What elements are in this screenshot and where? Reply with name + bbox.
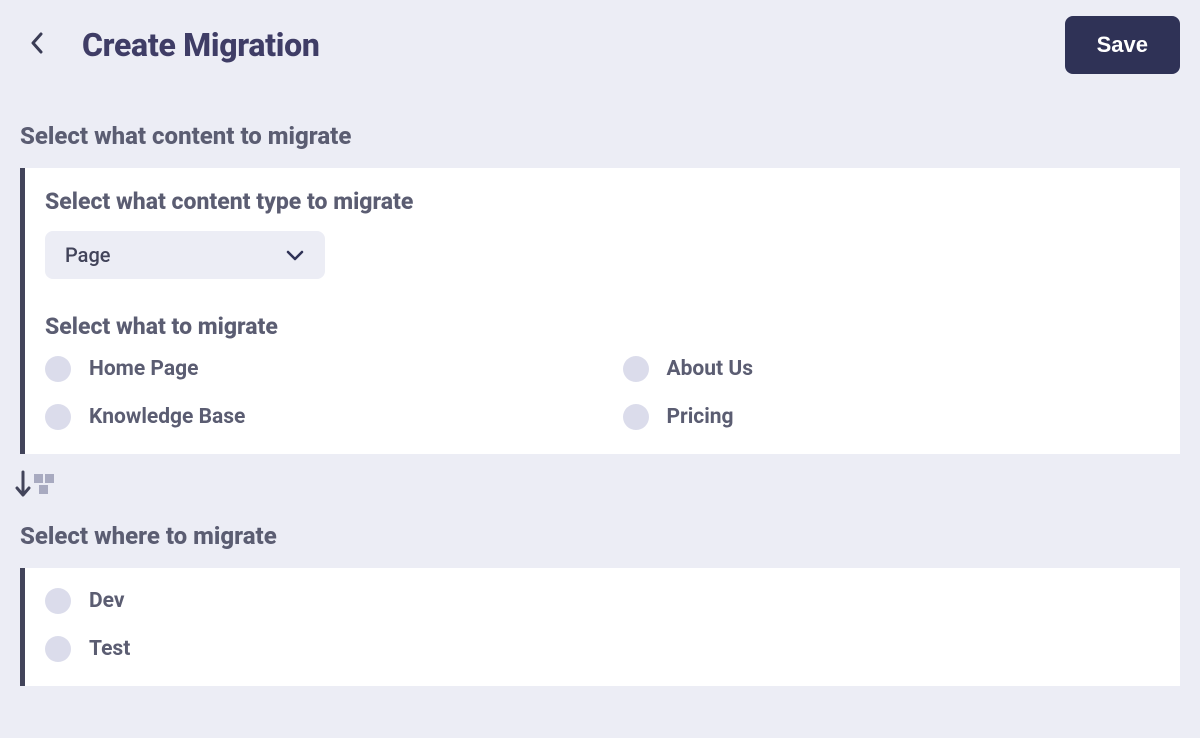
- content-type-heading: Select what content type to migrate: [45, 188, 1160, 215]
- sort-squares-icon: [34, 472, 54, 500]
- save-button[interactable]: Save: [1065, 16, 1180, 74]
- radio-icon: [45, 356, 71, 382]
- option-label: Dev: [89, 589, 125, 613]
- page-header: Create Migration Save: [0, 0, 1200, 74]
- page-root: Create Migration Save Select what conten…: [0, 0, 1200, 686]
- option-label: About Us: [667, 357, 754, 381]
- section-content-title: Select what content to migrate: [0, 74, 1200, 168]
- option-about-us[interactable]: About Us: [623, 356, 1161, 382]
- destination-panel: Dev Test: [20, 568, 1180, 686]
- back-button[interactable]: [20, 28, 54, 62]
- destination-dev[interactable]: Dev: [45, 588, 1160, 614]
- header-left: Create Migration: [20, 26, 320, 64]
- radio-icon: [623, 404, 649, 430]
- radio-icon: [45, 636, 71, 662]
- radio-icon: [623, 356, 649, 382]
- content-type-select[interactable]: Page: [45, 231, 325, 279]
- content-type-selected-value: Page: [65, 243, 111, 267]
- what-to-migrate-options: Home Page About Us Knowledge Base Pricin…: [45, 356, 1160, 430]
- option-label: Knowledge Base: [89, 405, 245, 429]
- what-to-migrate-heading: Select what to migrate: [45, 313, 1160, 340]
- chevron-down-icon: [285, 249, 305, 261]
- option-home-page[interactable]: Home Page: [45, 356, 583, 382]
- radio-icon: [45, 588, 71, 614]
- migration-flow-icon: [0, 454, 54, 502]
- section-where-title: Select where to migrate: [0, 502, 1200, 568]
- arrow-down-icon: [14, 470, 32, 502]
- option-label: Test: [89, 637, 130, 661]
- destination-test[interactable]: Test: [45, 636, 1160, 662]
- option-knowledge-base[interactable]: Knowledge Base: [45, 404, 583, 430]
- option-label: Pricing: [667, 405, 734, 429]
- content-panel: Select what content type to migrate Page…: [20, 168, 1180, 454]
- destination-options: Dev Test: [45, 588, 1160, 662]
- radio-icon: [45, 404, 71, 430]
- chevron-left-icon: [30, 32, 44, 58]
- option-label: Home Page: [89, 357, 198, 381]
- option-pricing[interactable]: Pricing: [623, 404, 1161, 430]
- page-title: Create Migration: [82, 26, 320, 64]
